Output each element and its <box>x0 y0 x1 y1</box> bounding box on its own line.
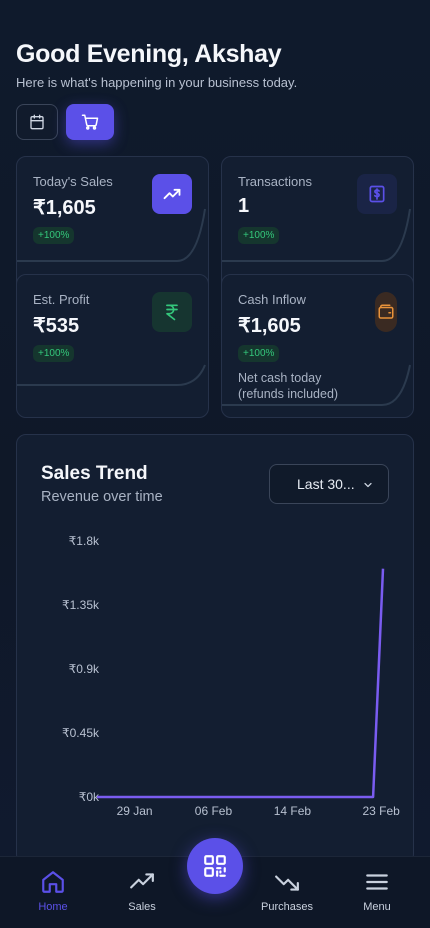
calendar-icon <box>30 114 44 130</box>
header: Good Evening, Akshay Here is what's happ… <box>16 40 414 90</box>
nav-purchases[interactable]: Purchases <box>247 869 327 913</box>
stat-card-inflow[interactable]: Cash Inflow ₹1,605 +100% Net cash today … <box>221 274 414 418</box>
stat-note-line: Net cash today <box>238 371 322 385</box>
greeting-subtitle: Here is what's happening in your busines… <box>16 75 298 90</box>
menu-icon <box>366 874 388 890</box>
stat-card-profit[interactable]: Est. Profit ₹535 +100% <box>16 274 209 418</box>
cart-icon <box>81 114 99 130</box>
wallet-icon <box>378 304 394 319</box>
stat-badge: +100% <box>33 345 75 362</box>
stat-value: ₹1,605 <box>33 197 96 219</box>
nav-sales-label: Sales <box>128 901 156 913</box>
stat-label: Est. Profit <box>33 292 90 307</box>
home-icon <box>42 871 64 893</box>
trending-up-icon <box>130 873 154 889</box>
nav-menu-label: Menu <box>363 901 391 913</box>
stat-badge: +100% <box>238 227 280 244</box>
stat-badge: +100% <box>238 345 280 362</box>
receipt-dollar-icon <box>369 185 385 203</box>
stat-value: ₹1,605 <box>238 315 301 337</box>
x-tick-label: 23 Feb <box>362 804 400 818</box>
stat-badge: +100% <box>33 227 75 244</box>
trending-up-icon <box>163 188 181 200</box>
sales-trend-card: Sales Trend Revenue over time Last 30...… <box>16 434 414 864</box>
stat-icon-box <box>152 292 192 332</box>
stat-label: Transactions <box>238 174 312 189</box>
cart-toggle-button[interactable] <box>66 104 114 140</box>
calendar-toggle-button[interactable] <box>16 104 58 140</box>
stat-note: Net cash today (refunds included) <box>238 370 338 402</box>
x-tick-label: 29 Jan <box>117 804 153 818</box>
stat-icon-box <box>152 174 192 214</box>
rupee-icon <box>166 304 178 321</box>
y-tick-label: ₹1.8k <box>69 534 100 548</box>
stat-icon-box <box>375 292 397 332</box>
stat-label: Today's Sales <box>33 174 113 189</box>
sales-trend-chart: ₹1.8k ₹1.35k ₹0.9k ₹0.45k ₹0k 29 Jan 06 Feb 14 … <box>62 534 400 818</box>
greeting-title: Good Evening, Akshay <box>16 40 282 68</box>
nav-sales[interactable]: Sales <box>102 869 182 913</box>
stat-label: Cash Inflow <box>238 292 306 307</box>
qr-scan-icon <box>204 855 226 877</box>
scan-qr-button[interactable] <box>187 838 243 894</box>
y-tick-label: ₹0.45k <box>62 726 100 740</box>
stat-value: ₹535 <box>33 315 80 337</box>
nav-menu[interactable]: Menu <box>337 869 417 913</box>
stat-icon-box <box>357 174 397 214</box>
x-tick-label: 14 Feb <box>274 804 312 818</box>
nav-purchases-label: Purchases <box>261 901 313 913</box>
stat-note-line: (refunds included) <box>238 387 339 401</box>
view-toggle <box>16 104 114 140</box>
x-tick-label: 06 Feb <box>195 804 233 818</box>
stat-value: 1 <box>238 195 250 217</box>
y-tick-label: ₹0k <box>79 790 100 804</box>
nav-home-label: Home <box>38 901 68 913</box>
trending-down-icon <box>275 875 299 891</box>
series-line <box>97 568 385 799</box>
y-tick-label: ₹0.9k <box>69 662 100 676</box>
nav-home[interactable]: Home <box>13 869 93 913</box>
y-tick-label: ₹1.35k <box>62 598 100 612</box>
